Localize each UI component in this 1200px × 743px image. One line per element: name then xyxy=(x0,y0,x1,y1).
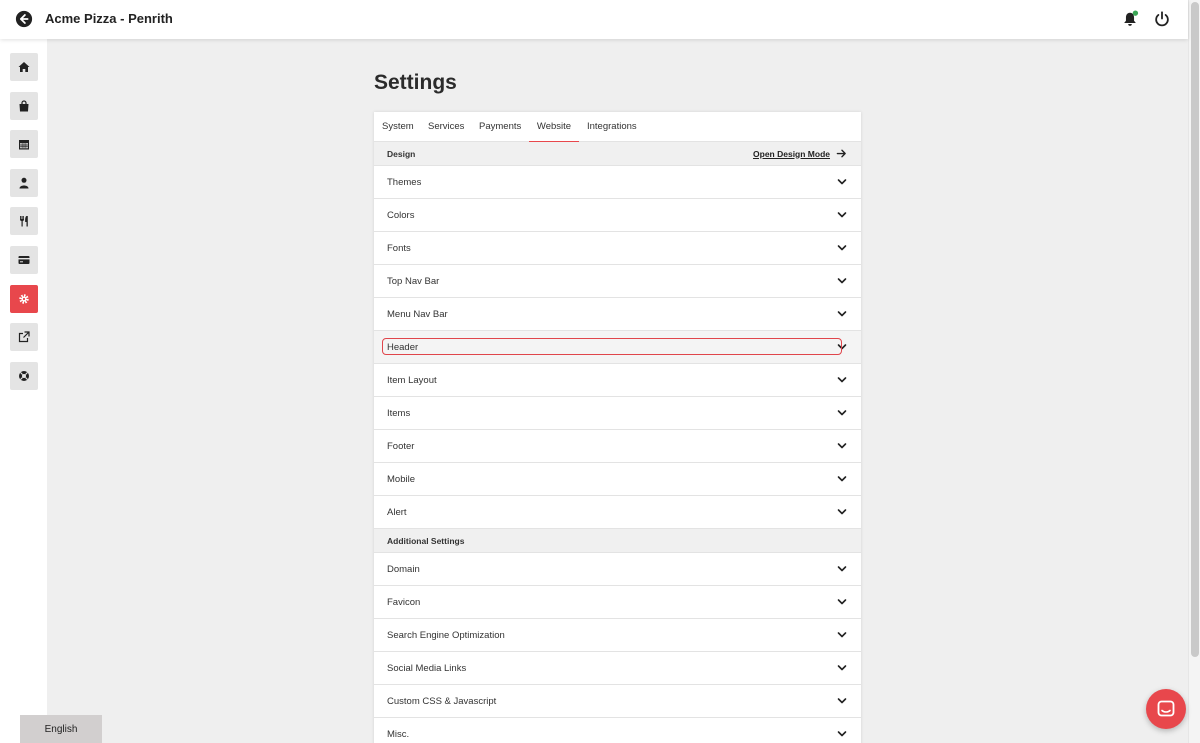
help-lifebuoy-icon xyxy=(19,371,29,381)
additional-section-label: Additional Settings xyxy=(387,536,465,546)
sidebar-item-help[interactable] xyxy=(10,362,38,390)
arrow-right-icon xyxy=(836,149,846,158)
chat-support-button[interactable] xyxy=(1146,689,1186,729)
scrollbar-thumb[interactable] xyxy=(1191,2,1199,657)
focus-highlight-ring xyxy=(382,338,842,355)
settings-row-items[interactable]: Items xyxy=(374,397,861,430)
row-label: Footer xyxy=(387,441,415,452)
chevron-down-icon[interactable] xyxy=(837,276,847,286)
row-label: Fonts xyxy=(387,243,411,254)
row-label: Menu Nav Bar xyxy=(387,309,448,320)
chevron-down-icon[interactable] xyxy=(837,243,847,253)
row-label: Header xyxy=(387,342,419,353)
settings-tabs: System Services Payments Website Integra… xyxy=(374,112,861,142)
notification-dot xyxy=(1132,10,1139,16)
chevron-down-icon[interactable] xyxy=(837,729,847,739)
settings-row-misc[interactable]: Misc. xyxy=(374,718,861,743)
row-label: Item Layout xyxy=(387,375,437,386)
chevron-down-icon[interactable] xyxy=(837,507,847,517)
row-label: Domain xyxy=(387,564,420,575)
row-label: Top Nav Bar xyxy=(387,276,440,287)
settings-row-themes[interactable]: Themes xyxy=(374,166,861,199)
page-title: Settings xyxy=(374,71,457,94)
sidebar-item-settings[interactable] xyxy=(10,285,38,313)
chevron-down-icon[interactable] xyxy=(837,597,847,607)
language-selector[interactable]: English xyxy=(20,715,102,743)
row-label: Colors xyxy=(387,210,415,221)
row-label: Themes xyxy=(387,177,422,188)
tab-services[interactable]: Services xyxy=(428,112,464,142)
design-rows: Themes Colors Fonts Top Nav Bar Menu Nav Bar… xyxy=(374,166,861,529)
page-scrollbar[interactable] xyxy=(1188,0,1200,743)
top-bar: Acme Pizza - Penrith xyxy=(0,0,1188,39)
sidebar-item-home[interactable] xyxy=(10,53,38,81)
chevron-down-icon[interactable] xyxy=(837,210,847,220)
sidebar xyxy=(0,39,47,743)
chevron-down-icon[interactable] xyxy=(837,630,847,640)
design-section-label: Design xyxy=(387,149,416,159)
additional-rows: Domain Favicon Search Engine Optimization S… xyxy=(374,553,861,743)
chevron-down-icon[interactable] xyxy=(837,663,847,673)
settings-row-favicon[interactable]: Favicon xyxy=(374,586,861,619)
tab-integrations[interactable]: Integrations xyxy=(587,112,637,142)
back-arrow-icon[interactable] xyxy=(15,10,33,28)
chevron-down-icon[interactable] xyxy=(837,375,847,385)
tab-website[interactable]: Website xyxy=(529,112,579,142)
settings-row-social-media-links[interactable]: Social Media Links xyxy=(374,652,861,685)
row-label: Items xyxy=(387,408,411,419)
settings-row-header[interactable]: Header xyxy=(374,331,861,364)
open-design-mode-link[interactable]: Open Design Mode xyxy=(753,148,847,159)
notification-bell-icon[interactable] xyxy=(1121,10,1139,28)
user-icon xyxy=(19,177,29,189)
sidebar-item-bookings[interactable] xyxy=(10,130,38,158)
home-icon xyxy=(18,62,30,72)
row-label: Mobile xyxy=(387,474,415,485)
tab-payments[interactable]: Payments xyxy=(479,112,521,142)
settings-row-menu-nav-bar[interactable]: Menu Nav Bar xyxy=(374,298,861,331)
row-label: Misc. xyxy=(387,729,410,740)
settings-row-search-engine-optimization[interactable]: Search Engine Optimization xyxy=(374,619,861,652)
chat-bubble-icon xyxy=(1157,700,1175,717)
calendar-icon xyxy=(19,140,29,150)
settings-row-custom-css-javascript[interactable]: Custom CSS & Javascript xyxy=(374,685,861,718)
row-label: Social Media Links xyxy=(387,663,467,674)
app-title: Acme Pizza - Penrith xyxy=(45,11,173,26)
settings-row-fonts[interactable]: Fonts xyxy=(374,232,861,265)
settings-row-colors[interactable]: Colors xyxy=(374,199,861,232)
chevron-down-icon[interactable] xyxy=(837,342,847,352)
chevron-down-icon[interactable] xyxy=(837,177,847,187)
credit-card-icon xyxy=(18,256,30,264)
tab-system[interactable]: System xyxy=(382,112,414,142)
chevron-down-icon[interactable] xyxy=(837,441,847,451)
sidebar-item-orders[interactable] xyxy=(10,92,38,120)
open-design-mode-label: Open Design Mode xyxy=(753,148,830,159)
settings-row-footer[interactable]: Footer xyxy=(374,430,861,463)
row-label: Favicon xyxy=(387,597,421,608)
chevron-down-icon[interactable] xyxy=(837,309,847,319)
sidebar-item-menus[interactable] xyxy=(10,207,38,235)
chevron-down-icon[interactable] xyxy=(837,408,847,418)
row-label: Alert xyxy=(387,507,407,518)
power-logout-icon[interactable] xyxy=(1153,10,1171,28)
settings-row-item-layout[interactable]: Item Layout xyxy=(374,364,861,397)
settings-card: System Services Payments Website Integra… xyxy=(374,112,861,743)
settings-row-alert[interactable]: Alert xyxy=(374,496,861,529)
settings-cog-icon xyxy=(19,294,29,304)
shopping-bag-icon xyxy=(19,100,29,112)
chevron-down-icon[interactable] xyxy=(837,474,847,484)
additional-section-header: Additional Settings xyxy=(374,529,861,553)
settings-row-domain[interactable]: Domain xyxy=(374,553,861,586)
chevron-down-icon[interactable] xyxy=(837,564,847,574)
settings-row-mobile[interactable]: Mobile xyxy=(374,463,861,496)
settings-row-top-nav-bar[interactable]: Top Nav Bar xyxy=(374,265,861,298)
row-label: Custom CSS & Javascript xyxy=(387,696,497,707)
row-label: Search Engine Optimization xyxy=(387,630,505,641)
chevron-down-icon[interactable] xyxy=(837,696,847,706)
sidebar-item-customers[interactable] xyxy=(10,169,38,197)
design-section-header: Design Open Design Mode xyxy=(374,142,861,166)
external-link-icon xyxy=(18,331,30,343)
sidebar-item-billing[interactable] xyxy=(10,246,38,274)
utensils-icon xyxy=(20,216,28,227)
sidebar-item-external[interactable] xyxy=(10,323,38,351)
